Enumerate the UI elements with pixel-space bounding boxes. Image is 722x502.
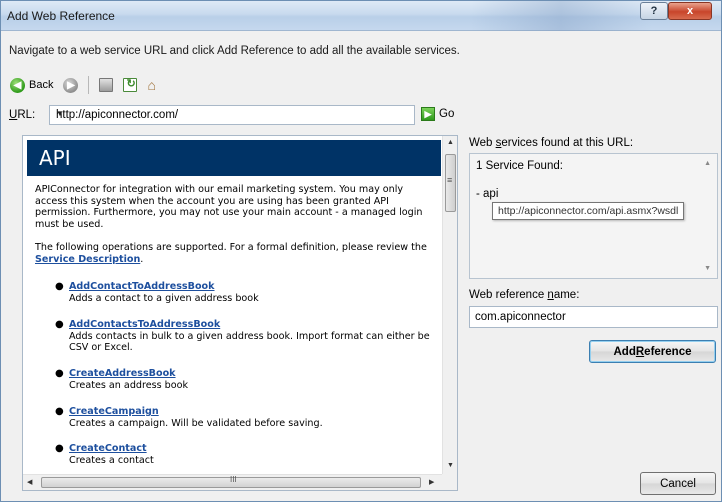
url-label: URL:	[9, 109, 36, 121]
operation-description: Creates an address book	[69, 379, 189, 391]
horizontal-scroll-thumb[interactable]: III	[41, 475, 421, 488]
service-page-content: API APIConnector for integration with ou…	[23, 136, 441, 473]
scroll-right-icon[interactable]: ▶	[429, 478, 434, 486]
operation-link[interactable]: AddContactToAddressBook	[69, 281, 439, 293]
close-button[interactable]: x	[668, 2, 712, 20]
go-label: Go	[439, 108, 455, 120]
url-combobox[interactable]: http://apiconnector.com/ ▼	[49, 105, 415, 125]
refresh-button[interactable]	[120, 74, 140, 96]
add-reference-button[interactable]: Add Reference	[589, 340, 716, 363]
operation-link[interactable]: AddContactsToAddressBook	[69, 319, 439, 331]
home-icon: ⌂	[147, 77, 156, 93]
operation-description: Creates a campaign. Will be validated be…	[69, 417, 323, 429]
service-url-tooltip: http://apiconnector.com/api.asmx?wsdl	[492, 202, 685, 220]
stop-icon	[99, 78, 114, 92]
add-web-reference-dialog: Add Web Reference ? x Navigate to a web …	[0, 0, 722, 502]
service-description-text: APIConnector for integration with our em…	[35, 184, 423, 230]
operation-item: ● AddContactToAddressBook Adds a contact…	[55, 281, 439, 304]
horizontal-scrollbar[interactable]: ◀ III ▶	[23, 474, 442, 490]
services-found-list[interactable]: 1 Service Found: - api http://apiconnect…	[469, 153, 718, 279]
stop-button[interactable]	[96, 74, 116, 96]
title-bar: Add Web Reference ? x	[1, 1, 721, 31]
page-banner: API	[27, 140, 441, 176]
operation-item: ● CreateAddressBook Creates an address b…	[55, 368, 439, 391]
reference-name-label: Web reference name:	[469, 289, 580, 301]
scroll-down-icon[interactable]: ▼	[447, 462, 454, 469]
back-label: Back	[29, 79, 54, 91]
scrollbar-corner	[442, 474, 457, 490]
operation-item: ● CreateContact Creates a contact	[55, 443, 439, 466]
operation-description: Adds a contact to a given address book	[69, 292, 259, 304]
operation-link[interactable]: CreateContact	[69, 443, 439, 455]
operation-link[interactable]: CreateAddressBook	[69, 368, 439, 380]
bullet-icon: ●	[55, 443, 64, 454]
go-button[interactable]: ▶ Go	[421, 107, 454, 121]
forward-button[interactable]: ▶	[60, 74, 81, 96]
forward-arrow-icon: ▶	[63, 77, 79, 93]
bullet-icon: ●	[55, 319, 64, 330]
services-found-label: Web services found at this URL:	[469, 137, 634, 149]
bullet-icon: ●	[55, 406, 64, 417]
window-title: Add Web Reference	[7, 9, 115, 23]
scroll-up-icon[interactable]: ▲	[447, 139, 454, 146]
vertical-scrollbar[interactable]: ▲ ▼	[442, 136, 457, 474]
toolbar-separator	[88, 76, 90, 94]
title-bar-glow	[471, 1, 651, 31]
home-button[interactable]: ⌂	[144, 74, 158, 96]
service-browser-pane[interactable]: API APIConnector for integration with ou…	[22, 135, 458, 491]
list-scroll-up-icon[interactable]: ▲	[704, 160, 711, 167]
service-item[interactable]: - api	[476, 188, 498, 200]
vertical-scroll-thumb[interactable]	[445, 154, 456, 212]
back-arrow-icon: ◀	[10, 77, 25, 93]
list-scroll-down-icon[interactable]: ▼	[704, 265, 711, 272]
go-arrow-icon: ▶	[421, 107, 435, 121]
operation-description: Creates a contact	[69, 454, 154, 466]
reference-name-value: com.apiconnector	[475, 311, 566, 323]
chevron-down-icon[interactable]: ▼	[56, 109, 410, 118]
bullet-icon: ●	[55, 368, 64, 379]
instructions-text: Navigate to a web service URL and click …	[9, 45, 460, 57]
operations-intro: The following operations are supported. …	[35, 242, 427, 265]
navigation-toolbar: ◀ Back ▶ ⌂	[7, 74, 159, 96]
back-button[interactable]: ◀ Back	[7, 74, 56, 96]
operation-item: ● AddContactsToAddressBook Adds contacts…	[55, 319, 439, 354]
scroll-grip: III	[230, 475, 237, 484]
scroll-left-icon[interactable]: ◀	[27, 478, 32, 486]
bullet-icon: ●	[55, 281, 64, 292]
cancel-button[interactable]: Cancel	[640, 472, 716, 495]
operation-description: Adds contacts in bulk to a given address…	[69, 330, 430, 354]
help-button[interactable]: ?	[640, 2, 668, 20]
refresh-icon	[123, 77, 138, 92]
reference-name-input[interactable]: com.apiconnector	[469, 306, 718, 328]
service-description-link[interactable]: Service Description	[35, 254, 140, 265]
operation-link[interactable]: CreateCampaign	[69, 406, 439, 418]
operation-item: ● CreateCampaign Creates a campaign. Wil…	[55, 406, 439, 429]
service-count: 1 Service Found:	[476, 160, 563, 172]
